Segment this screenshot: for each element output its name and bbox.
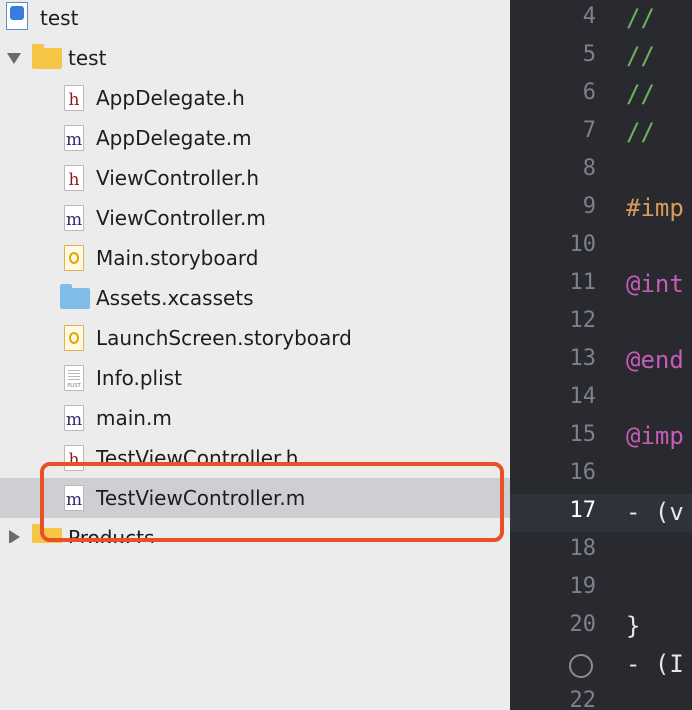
navigator-item-label: TestViewController.h	[96, 446, 299, 470]
navigator-item-label: Info.plist	[96, 366, 182, 390]
navigator-item-label: Assets.xcassets	[96, 286, 254, 310]
implementation-file-icon: m	[64, 205, 84, 231]
code-line[interactable]: 22	[510, 684, 692, 710]
navigator-item-assets[interactable]: Assets.xcassets	[0, 278, 510, 318]
code-text: @imp	[626, 422, 684, 450]
navigator-item-label: test	[68, 46, 107, 70]
navigator-empty-area	[0, 543, 510, 710]
code-text: - (I	[626, 650, 684, 678]
code-text: //	[626, 4, 655, 32]
navigator-item-appdelegate-h[interactable]: h AppDelegate.h	[0, 78, 510, 118]
line-number: 16	[569, 460, 597, 485]
code-line[interactable]: 9 #imp	[510, 190, 692, 228]
code-line[interactable]: 14	[510, 380, 692, 418]
code-line[interactable]: 4 //	[510, 0, 692, 38]
line-number: 17	[569, 498, 597, 523]
code-line[interactable]: 7 //	[510, 114, 692, 152]
line-number: 18	[569, 536, 597, 561]
line-number: 20	[569, 612, 597, 637]
line-number: 19	[569, 574, 597, 599]
navigator-item-testviewcontroller-h[interactable]: h TestViewController.h	[0, 438, 510, 478]
code-line[interactable]: - (I	[510, 646, 692, 684]
code-text: //	[626, 80, 655, 108]
navigator-item-launchscreen-storyboard[interactable]: LaunchScreen.storyboard	[0, 318, 510, 358]
code-editor[interactable]: 4 // 5 // 6 // 7 // 8 9 #imp 10 11 @int 12 13 @end 14 15 @i…	[510, 0, 692, 710]
line-number: 11	[569, 270, 597, 295]
navigator-item-label: main.m	[96, 406, 172, 430]
code-line[interactable]: 16	[510, 456, 692, 494]
navigator-item-label: ViewController.h	[96, 166, 260, 190]
line-number: 8	[582, 156, 596, 181]
navigator-item-main-m[interactable]: m main.m	[0, 398, 510, 438]
line-number: 7	[582, 118, 596, 143]
code-text: @end	[626, 346, 684, 374]
line-number: 6	[582, 80, 596, 105]
header-file-icon: h	[64, 445, 84, 471]
disclosure-collapsed-icon[interactable]	[9, 530, 20, 544]
line-number: 13	[569, 346, 597, 371]
code-text: }	[626, 612, 641, 640]
disclosure-expanded-icon[interactable]	[7, 53, 21, 64]
code-line[interactable]: 6 //	[510, 76, 692, 114]
code-line[interactable]: 11 @int	[510, 266, 692, 304]
navigator-item-label: TestViewController.m	[96, 486, 306, 510]
code-line[interactable]: 20}	[510, 608, 692, 646]
code-text: //	[626, 118, 655, 146]
line-number: 5	[582, 42, 596, 67]
navigator-item-label: ViewController.m	[96, 206, 266, 230]
line-number: 14	[569, 384, 597, 409]
code-line[interactable]: 5 //	[510, 38, 692, 76]
code-line[interactable]: 19	[510, 570, 692, 608]
navigator-item-viewcontroller-h[interactable]: h ViewController.h	[0, 158, 510, 198]
code-line[interactable]: 17 - (v	[510, 494, 692, 532]
implementation-file-icon: m	[64, 405, 84, 431]
plist-file-icon: PLIST	[64, 365, 84, 391]
code-line[interactable]: 18	[510, 532, 692, 570]
header-file-icon: h	[64, 85, 84, 111]
code-line[interactable]: 13 @end	[510, 342, 692, 380]
navigator-group-test[interactable]: test	[0, 38, 510, 78]
code-line[interactable]: 10	[510, 228, 692, 266]
code-line[interactable]: 12	[510, 304, 692, 342]
navigator-item-main-storyboard[interactable]: Main.storyboard	[0, 238, 510, 278]
implementation-file-icon: m	[64, 125, 84, 151]
project-navigator: test test h AppDelegate.h m AppDelegate.…	[0, 0, 510, 710]
line-number: 9	[582, 194, 596, 219]
breakpoint-circle-icon[interactable]	[569, 654, 593, 678]
navigator-item-testviewcontroller-m[interactable]: m TestViewController.m	[0, 478, 510, 518]
navigator-item-label: LaunchScreen.storyboard	[96, 326, 352, 350]
code-text: //	[626, 42, 655, 70]
code-text: #imp	[626, 194, 684, 222]
code-line[interactable]: 15 @imp	[510, 418, 692, 456]
navigator-item-appdelegate-m[interactable]: m AppDelegate.m	[0, 118, 510, 158]
code-line[interactable]: 8	[510, 152, 692, 190]
implementation-file-icon: m	[64, 485, 84, 511]
line-number: 15	[569, 422, 597, 447]
line-number: 12	[569, 308, 597, 333]
line-number: 22	[569, 688, 597, 710]
asset-catalog-icon	[60, 284, 90, 309]
storyboard-file-icon	[64, 325, 84, 351]
header-file-icon: h	[64, 165, 84, 191]
code-text: - (v	[626, 498, 684, 526]
folder-icon	[32, 44, 62, 69]
navigator-item-label: AppDelegate.h	[96, 86, 245, 110]
storyboard-file-icon	[64, 245, 84, 271]
navigator-item-label: test	[40, 6, 79, 30]
code-text: @int	[626, 270, 684, 298]
navigator-item-label: AppDelegate.m	[96, 126, 252, 150]
line-number: 10	[569, 232, 597, 257]
navigator-item-project-test[interactable]: test	[0, 0, 510, 38]
navigator-item-info-plist[interactable]: PLIST Info.plist	[0, 358, 510, 398]
line-number: 4	[582, 4, 596, 29]
navigator-item-viewcontroller-m[interactable]: m ViewController.m	[0, 198, 510, 238]
xcode-project-icon	[6, 2, 28, 30]
navigator-item-label: Main.storyboard	[96, 246, 259, 270]
